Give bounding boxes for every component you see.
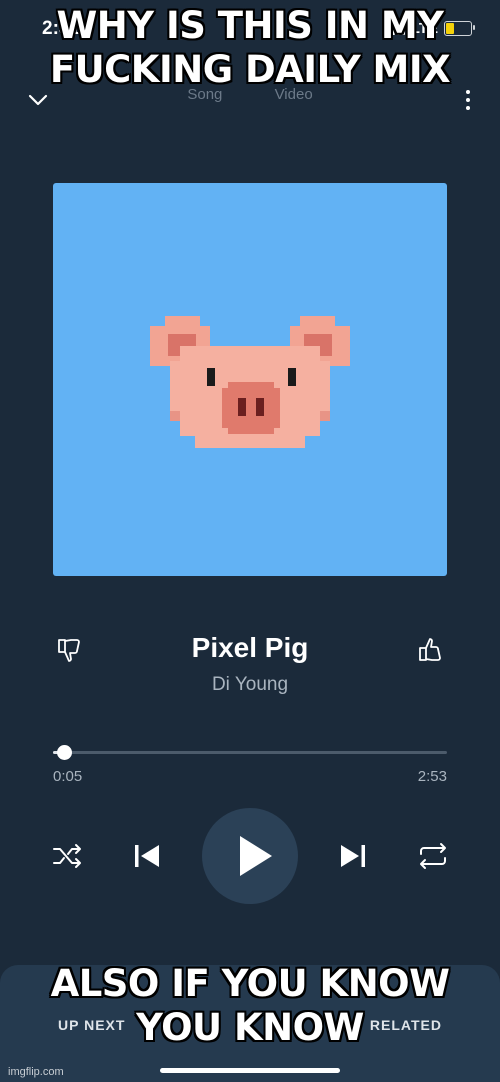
meme-top-caption: WHY IS THIS IN MY FUCKING DAILY MIX [49,4,451,91]
play-icon [240,836,272,876]
pixel-pig-image [150,316,350,448]
thumbs-up-icon[interactable] [416,636,444,664]
more-vertical-icon[interactable] [466,90,470,110]
skip-next-icon[interactable] [336,839,370,873]
elapsed-time: 0:05 [53,768,83,785]
home-indicator[interactable] [160,1068,340,1073]
album-art [53,183,447,576]
play-button[interactable] [202,808,298,904]
skip-previous-icon[interactable] [130,839,164,873]
imgflip-watermark: imgflip.com [8,1066,64,1078]
total-duration: 2:53 [417,768,447,785]
progress-handle[interactable] [57,745,73,760]
meme-bottom-caption: ALSO IF YOU KNOW YOU KNOW [50,962,450,1049]
song-artist[interactable]: Di Young [0,674,500,696]
repeat-icon[interactable] [416,839,450,873]
shuffle-icon[interactable] [50,839,84,873]
progress-track[interactable] [53,751,447,754]
